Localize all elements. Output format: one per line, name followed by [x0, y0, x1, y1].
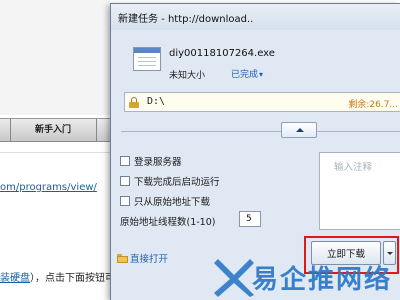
file-name: diy00118107264.exe [169, 48, 275, 59]
chevron-up-icon [296, 128, 304, 132]
login-server-option[interactable]: 登录服务器 [120, 154, 182, 168]
file-size: 未知大小 [169, 71, 206, 81]
file-status-label: 已完成 [231, 70, 259, 80]
save-path-value: D:\ [147, 96, 166, 107]
collapse-options-button[interactable] [281, 122, 317, 138]
chevron-down-icon: ▾ [259, 70, 264, 79]
background-url-link[interactable]: om/programs/view/ [0, 182, 112, 196]
watermark: 易企推网络 [214, 255, 400, 297]
dialog-title: 新建任务 - http://download.. [118, 14, 254, 25]
background-inline-link[interactable]: 装硬盘 [0, 273, 30, 283]
nav-separator [96, 119, 97, 141]
free-space-text: 剩余:26.7... [348, 100, 398, 110]
original-source-only-option[interactable]: 只从原始地址下载 [120, 194, 210, 208]
file-status-dropdown[interactable]: 已完成▾ [231, 67, 263, 80]
background-nav-bar: 新手入门 [0, 118, 110, 142]
original-source-only-label: 只从原始地址下载 [134, 197, 211, 208]
watermark-text: 易企推网络 [252, 265, 393, 295]
thread-count-label: 原始地址线程数(1-10) [120, 217, 216, 228]
dialog-titlebar[interactable]: 新建任务 - http://download.. [111, 4, 400, 30]
section-divider [121, 131, 400, 132]
nav-item-beginner[interactable]: 新手入门 [12, 119, 94, 141]
login-server-checkbox[interactable] [120, 156, 130, 166]
thread-count-input[interactable] [239, 211, 261, 227]
folder-icon [117, 254, 128, 263]
comment-input[interactable] [319, 152, 400, 230]
nav-separator [10, 119, 11, 141]
watermark-logo-icon [214, 259, 254, 297]
save-path-field[interactable]: D:\ 剩余:26.7... [124, 92, 400, 112]
run-after-download-checkbox[interactable] [120, 176, 130, 186]
original-source-only-checkbox[interactable] [120, 196, 130, 206]
run-after-download-option[interactable]: 下载完成后启动运行 [120, 174, 220, 188]
open-directly-link[interactable]: 直接打开 [117, 251, 168, 265]
background-divider [0, 152, 110, 153]
run-after-download-label: 下载完成后启动运行 [134, 177, 220, 188]
open-directly-label: 直接打开 [130, 254, 169, 265]
exe-file-icon [133, 47, 161, 71]
login-server-label: 登录服务器 [134, 157, 182, 168]
lock-icon [129, 97, 139, 108]
background-header-area [0, 0, 110, 115]
